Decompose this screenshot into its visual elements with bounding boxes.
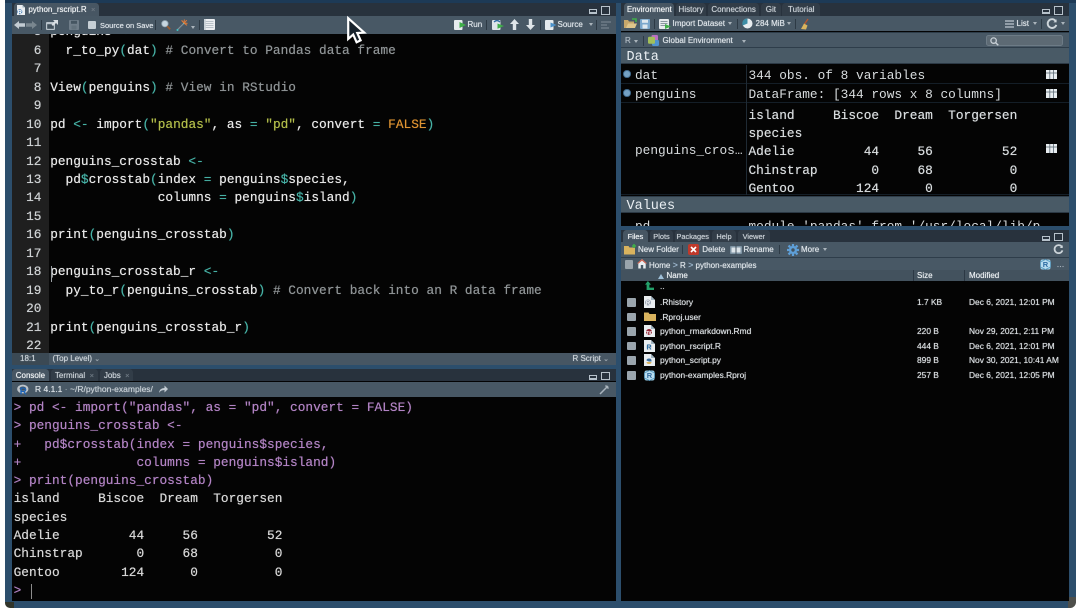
svg-text:R: R <box>646 344 651 351</box>
svg-text:R: R <box>646 371 652 380</box>
svg-text:R: R <box>20 386 28 397</box>
svg-text:R: R <box>1042 260 1048 269</box>
svg-text:R: R <box>645 301 650 307</box>
svg-text:md: md <box>644 331 652 337</box>
svg-text:R: R <box>18 9 22 15</box>
